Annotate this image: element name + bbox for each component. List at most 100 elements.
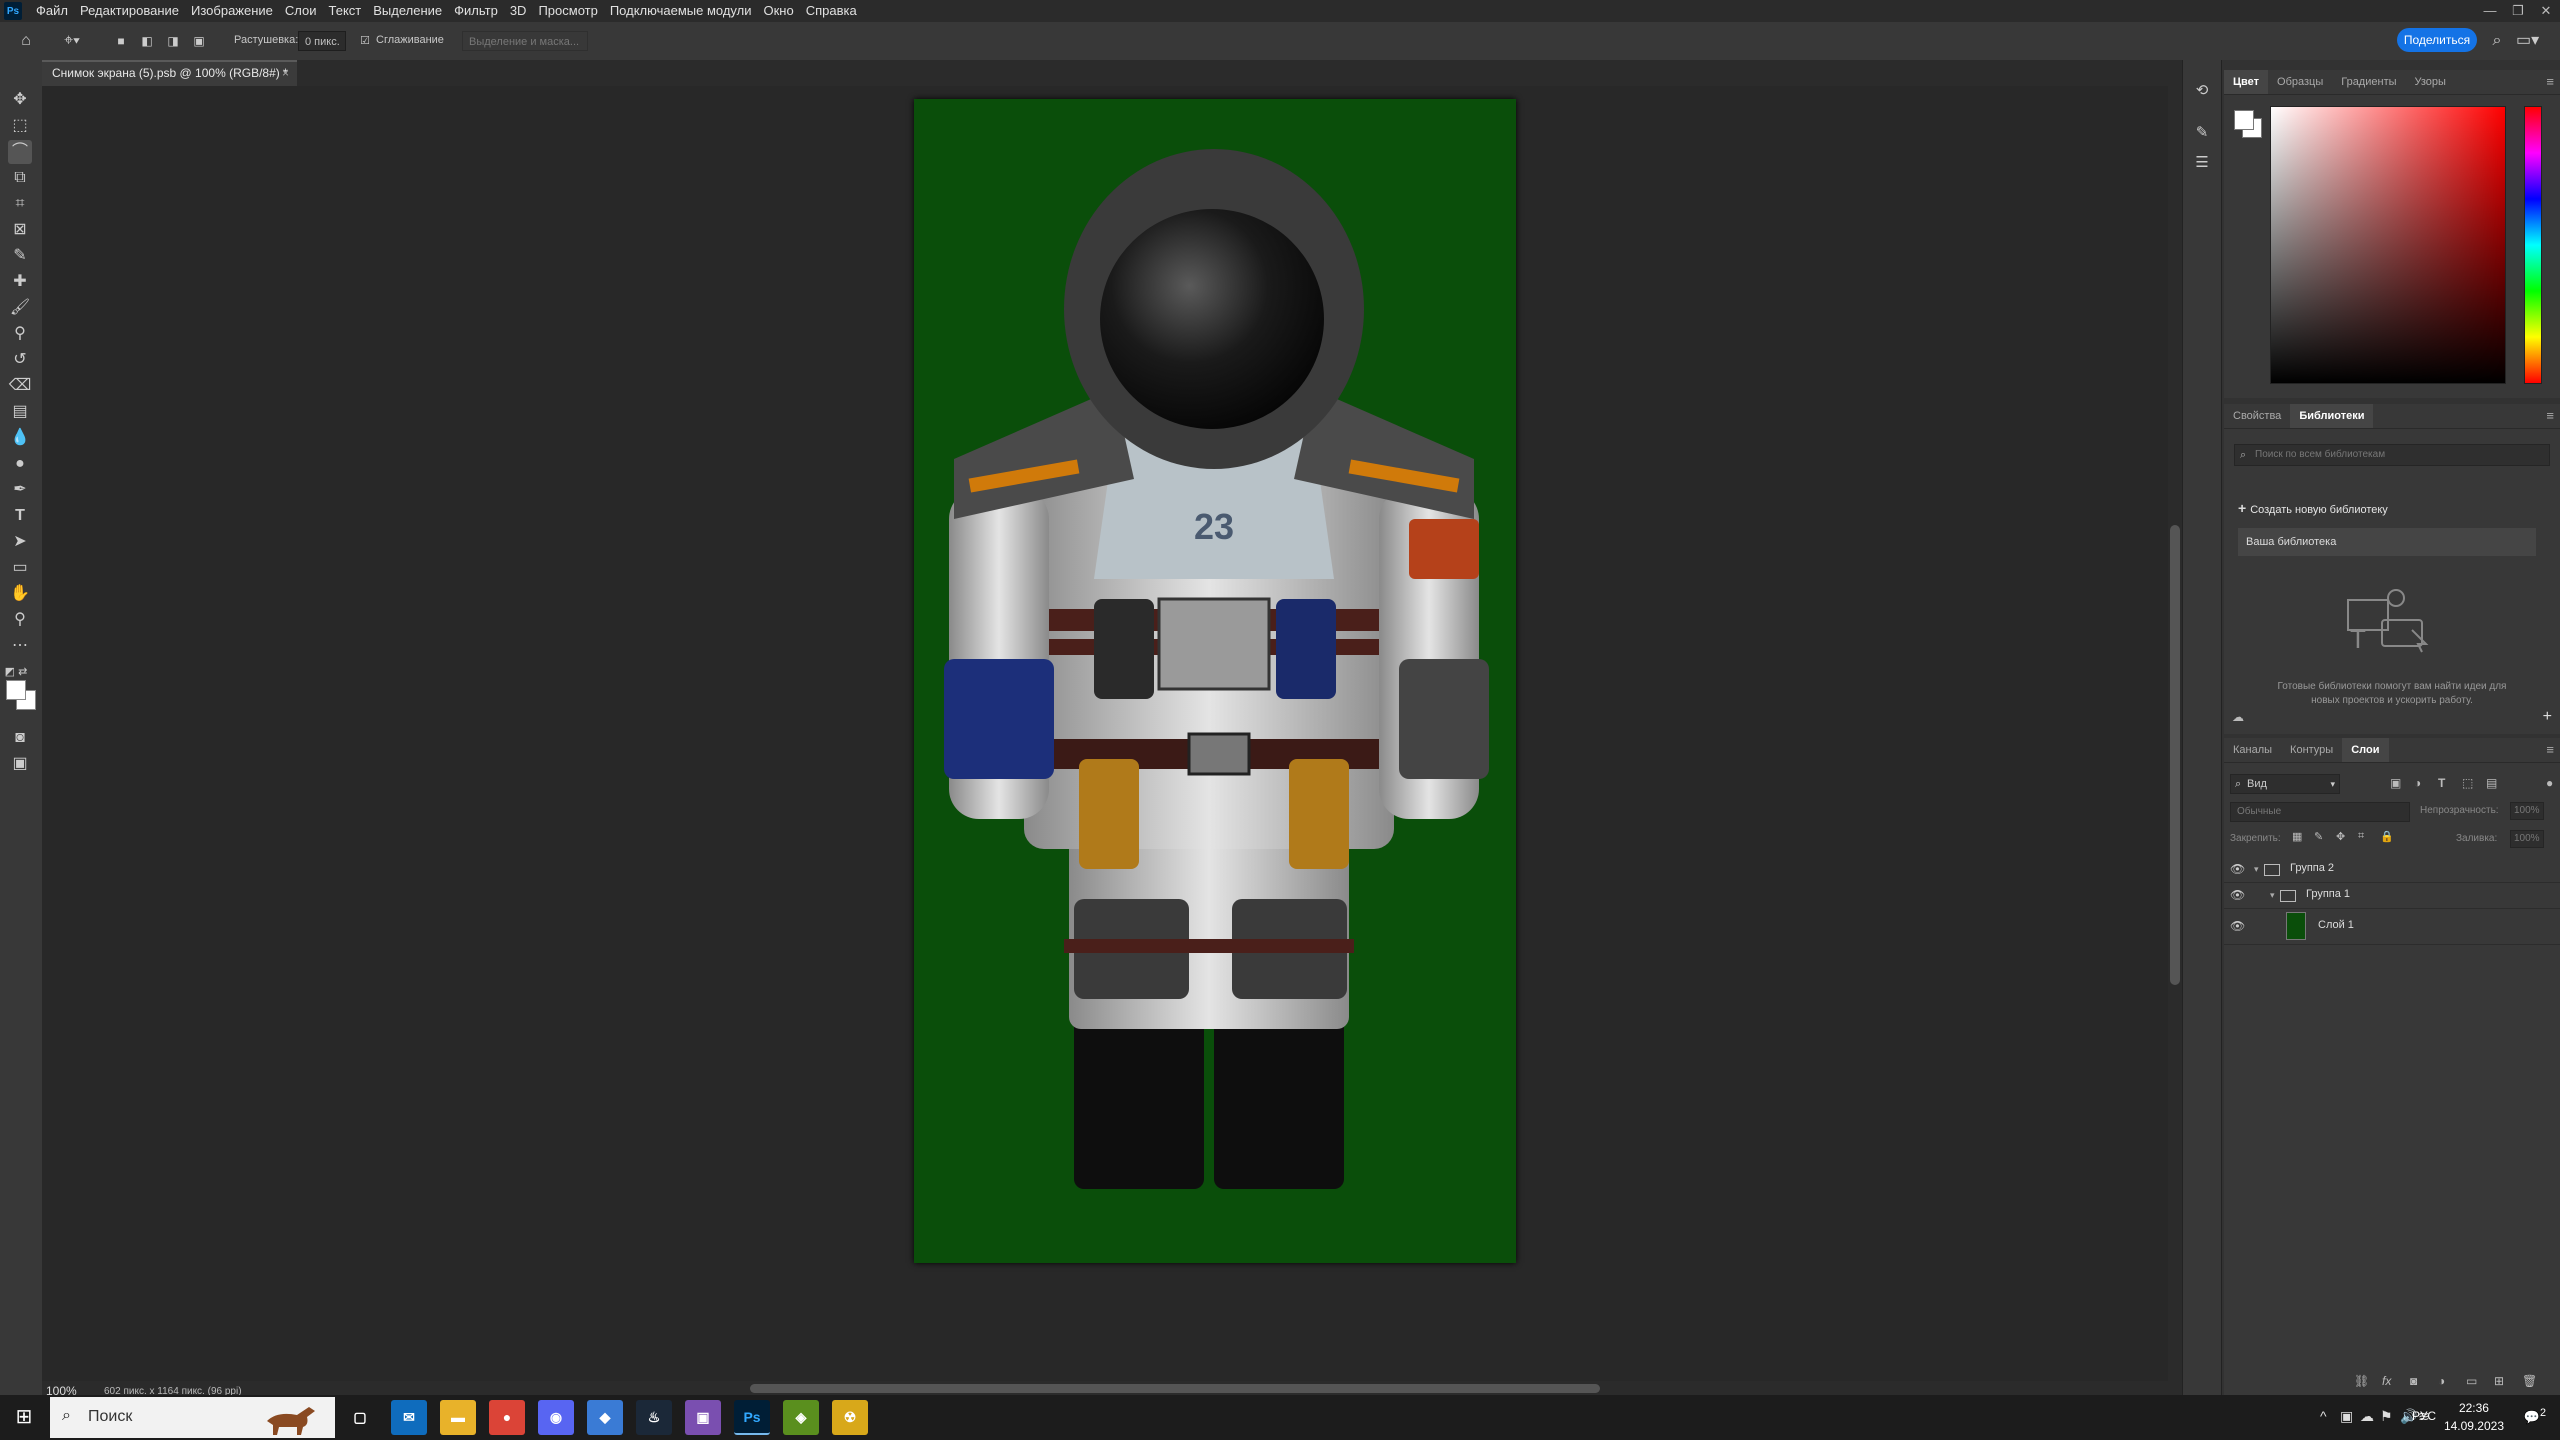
taskbar-chrome-icon[interactable]: ● — [489, 1400, 525, 1435]
share-button[interactable]: Поделиться — [2397, 28, 2477, 52]
taskbar-mail-icon[interactable]: ✉ — [391, 1400, 427, 1435]
taskbar-search-input[interactable]: ⌕ Поиск — [50, 1397, 335, 1438]
menu-file[interactable]: Файл — [30, 0, 74, 22]
workspace-icon[interactable]: ▭▾ — [2516, 32, 2539, 50]
menu-view[interactable]: Просмотр — [532, 0, 603, 22]
filter-toggle-icon[interactable]: ● — [2546, 776, 2553, 790]
menu-layers[interactable]: Слои — [279, 0, 323, 22]
color-swatches[interactable] — [6, 680, 36, 710]
tab-properties[interactable]: Свойства — [2224, 404, 2290, 428]
frame-tool-icon[interactable]: ⊠ — [8, 218, 32, 242]
delete-layer-icon[interactable]: 🗑 — [2522, 1374, 2537, 1388]
filter-shape-icon[interactable]: ⬚ — [2462, 776, 2473, 790]
layer-row-layer-1[interactable]: 👁 Слой 1 — [2224, 908, 2560, 945]
layers-panel-menu-icon[interactable]: ≡ — [2546, 742, 2554, 757]
blur-tool-icon[interactable]: 💧 — [8, 426, 32, 450]
antialias-checkbox-icon[interactable]: ☑ — [356, 32, 374, 50]
libraries-panel-menu-icon[interactable]: ≡ — [2546, 408, 2554, 423]
new-layer-icon[interactable]: ⊞ — [2494, 1374, 2504, 1388]
new-adjustment-layer-icon[interactable]: ◑ — [2438, 1374, 2445, 1388]
add-selection-icon[interactable]: ◧ — [138, 32, 156, 50]
visibility-eye-icon[interactable]: 👁 — [2230, 919, 2245, 933]
more-tools-icon[interactable]: ⋯ — [8, 634, 32, 658]
gradient-tool-icon[interactable]: ▤ — [8, 400, 32, 424]
tab-color[interactable]: Цвет — [2224, 70, 2269, 94]
document-tab[interactable]: Снимок экрана (5).psb @ 100% (RGB/8#) * … — [42, 60, 297, 86]
network-icon[interactable]: ⚑ — [2380, 1408, 2393, 1425]
add-to-library-icon[interactable]: + — [2543, 708, 2552, 726]
taskbar-radiation-app-icon[interactable]: ☢ — [832, 1400, 868, 1435]
chevron-down-icon[interactable]: ▾ — [2270, 890, 2275, 901]
filter-pixel-icon[interactable]: ▣ — [2390, 776, 2401, 790]
taskbar-task-view-icon[interactable]: ▢ — [342, 1400, 378, 1435]
filter-type-icon[interactable]: T — [2438, 776, 2445, 790]
windows-start-icon[interactable]: ⊞ — [0, 1395, 48, 1440]
lock-all-icon[interactable]: 🔒 — [2380, 830, 2394, 843]
add-mask-icon[interactable]: ◙ — [2410, 1374, 2417, 1388]
select-mask-button[interactable]: Выделение и маска... — [462, 31, 588, 51]
menu-select[interactable]: Выделение — [367, 0, 448, 22]
create-library-button[interactable]: + Создать новую библиотеку — [2238, 500, 2388, 516]
menu-help[interactable]: Справка — [800, 0, 863, 22]
polygonal-lasso-preset-icon[interactable]: ⌖▾ — [58, 32, 86, 50]
close-tab-icon[interactable]: × — [282, 62, 289, 84]
dodge-tool-icon[interactable]: ● — [8, 452, 32, 476]
layer-filter-select[interactable]: ⌕ Вид ▾ — [2230, 774, 2340, 794]
menu-filter[interactable]: Фильтр — [448, 0, 504, 22]
menu-type[interactable]: Текст — [323, 0, 368, 22]
close-icon[interactable]: ✕ — [2532, 0, 2560, 22]
adjustments-panel-icon[interactable]: ☰ — [2191, 152, 2213, 174]
feather-input[interactable]: 0 пикс. — [298, 31, 346, 51]
notification-center-icon[interactable]: 💬2 — [2524, 1407, 2546, 1425]
layer-row-group-2[interactable]: 👁 ▾ Группа 2 — [2224, 856, 2560, 883]
lock-position-icon[interactable]: ✥ — [2336, 830, 2345, 843]
tab-patterns[interactable]: Узоры — [2406, 70, 2455, 94]
horizontal-scrollbar-thumb[interactable] — [750, 1384, 1600, 1393]
zoom-tool-icon[interactable]: ⚲ — [8, 608, 32, 632]
hand-tool-icon[interactable]: ✋ — [8, 582, 32, 606]
vertical-scrollbar-thumb[interactable] — [2170, 525, 2180, 985]
history-panel-icon[interactable]: ⟲ — [2191, 80, 2213, 102]
new-selection-icon[interactable]: ■ — [112, 32, 130, 50]
brush-settings-icon[interactable]: ✎ — [2191, 122, 2213, 144]
tab-layers[interactable]: Слои — [2342, 738, 2389, 762]
search-icon[interactable]: ⌕ — [2488, 32, 2506, 50]
eraser-tool-icon[interactable]: ⌫ — [8, 374, 32, 398]
chevron-up-icon[interactable]: ^ — [2320, 1408, 2327, 1424]
tab-channels[interactable]: Каналы — [2224, 738, 2281, 762]
cloud-icon[interactable]: ☁ — [2232, 710, 2244, 724]
menu-3d[interactable]: 3D — [504, 0, 533, 22]
restore-icon[interactable]: ❐ — [2504, 0, 2532, 22]
taskbar-app-blue-icon[interactable]: ◆ — [587, 1400, 623, 1435]
document-canvas[interactable]: 23 — [914, 99, 1516, 1263]
tab-swatches[interactable]: Образцы — [2268, 70, 2332, 94]
filter-smart-object-icon[interactable]: ▤ — [2486, 776, 2497, 790]
color-picker-field[interactable] — [2270, 106, 2506, 384]
blend-mode-select[interactable]: Обычные — [2230, 802, 2410, 822]
color-panel-menu-icon[interactable]: ≡ — [2546, 74, 2554, 89]
library-search-input[interactable]: ⌕ Поиск по всем библиотекам — [2234, 444, 2550, 466]
visibility-eye-icon[interactable]: 👁 — [2230, 888, 2245, 902]
filter-adjustment-icon[interactable]: ◑ — [2414, 776, 2421, 790]
marquee-tool-icon[interactable]: ⬚ — [8, 114, 32, 138]
intersect-selection-icon[interactable]: ▣ — [190, 32, 208, 50]
color-panel-foreground-swatch[interactable] — [2234, 110, 2254, 130]
hue-slider[interactable] — [2524, 106, 2542, 384]
taskbar-photoshop-icon[interactable]: Ps — [734, 1400, 770, 1435]
tab-gradients[interactable]: Градиенты — [2332, 70, 2405, 94]
menu-image[interactable]: Изображение — [185, 0, 279, 22]
cloud-icon[interactable]: ☁ — [2360, 1408, 2374, 1425]
tab-libraries[interactable]: Библиотеки — [2290, 404, 2374, 428]
subtract-selection-icon[interactable]: ◨ — [164, 32, 182, 50]
layer-style-icon[interactable]: fx — [2382, 1374, 2391, 1388]
history-brush-icon[interactable]: ↺ — [8, 348, 32, 372]
layer-row-group-1[interactable]: 👁 ▾ Группа 1 — [2224, 882, 2560, 909]
healing-brush-icon[interactable]: ✚ — [8, 270, 32, 294]
photoshop-logo-icon[interactable]: Ps — [4, 2, 22, 20]
crop-tool-icon[interactable]: ⌗ — [8, 192, 32, 216]
visibility-eye-icon[interactable]: 👁 — [2230, 862, 2245, 876]
language-indicator[interactable]: РУС — [2412, 1409, 2436, 1423]
menu-plugins[interactable]: Подключаемые модули — [604, 0, 758, 22]
path-select-tool-icon[interactable]: ➤ — [8, 530, 32, 554]
menu-window[interactable]: Окно — [757, 0, 799, 22]
